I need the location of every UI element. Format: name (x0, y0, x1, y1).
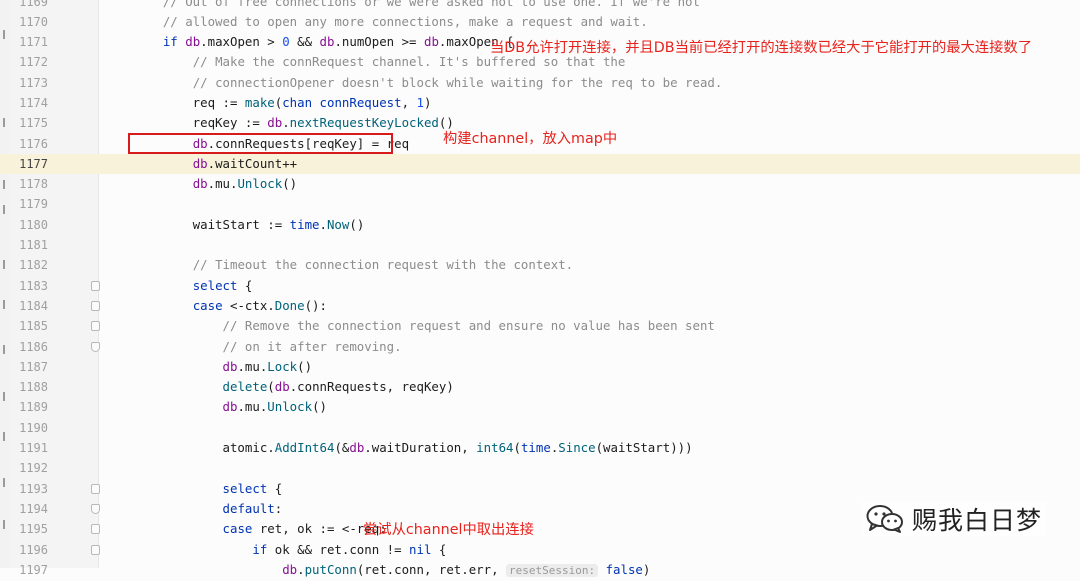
code-line[interactable]: 1178 db.mu.Unlock() (0, 174, 1080, 194)
code-line[interactable]: 1183 select { (0, 276, 1080, 296)
line-number[interactable]: 1178 (10, 174, 48, 194)
line-number[interactable]: 1173 (10, 73, 48, 93)
line-number[interactable]: 1184 (10, 296, 48, 316)
code-text[interactable]: db.putConn(ret.conn, ret.err, resetSessi… (133, 560, 650, 581)
watermark: 赐我白日梦 (862, 502, 1047, 536)
wechat-icon (866, 505, 903, 533)
code-text[interactable]: req := make(chan connRequest, 1) (133, 93, 432, 113)
line-number[interactable]: 1179 (10, 194, 48, 214)
code-line[interactable]: 1189 db.mu.Unlock() (0, 397, 1080, 417)
fold-marker-icon[interactable] (91, 544, 100, 555)
fold-marker-icon[interactable] (91, 503, 100, 514)
line-number[interactable]: 1180 (10, 215, 48, 235)
code-line[interactable]: 1179 (0, 194, 1080, 214)
code-text[interactable]: // Remove the connection request and ens… (133, 316, 715, 336)
code-text[interactable]: // Out of free connections or we were as… (133, 0, 700, 12)
line-number[interactable]: 1172 (10, 52, 48, 72)
code-line[interactable]: 1173 // connectionOpener doesn't block w… (0, 73, 1080, 93)
code-line[interactable]: 1181 (0, 235, 1080, 255)
code-text[interactable]: waitStart := time.Now() (133, 215, 365, 235)
line-number[interactable]: 1182 (10, 255, 48, 275)
line-number[interactable]: 1171 (10, 32, 48, 52)
fold-marker-icon[interactable] (91, 341, 100, 352)
fold-marker-icon[interactable] (91, 524, 100, 535)
watermark-text: 赐我白日梦 (912, 506, 1043, 535)
code-text[interactable]: db.waitCount++ (133, 154, 297, 174)
code-line[interactable]: 1174 req := make(chan connRequest, 1) (0, 93, 1080, 113)
line-number[interactable]: 1192 (10, 458, 48, 478)
annotation-take-from-channel: 尝试从channel中取出连接 (363, 522, 534, 538)
code-text[interactable]: select { (133, 479, 283, 499)
code-line[interactable]: 1169 // Out of free connections or we we… (0, 0, 1080, 12)
code-line[interactable]: 1187 db.mu.Lock() (0, 357, 1080, 377)
line-number[interactable]: 1169 (10, 0, 48, 12)
code-line[interactable]: 1186 // on it after removing. (0, 337, 1080, 357)
line-number[interactable]: 1193 (10, 479, 48, 499)
code-editor[interactable]: 1169 // Out of free connections or we we… (0, 0, 1080, 580)
line-number[interactable]: 1194 (10, 499, 48, 519)
line-number[interactable]: 1183 (10, 276, 48, 296)
code-text[interactable]: delete(db.connRequests, reqKey) (133, 377, 454, 397)
line-number[interactable]: 1195 (10, 519, 48, 539)
line-number[interactable]: 1176 (10, 134, 48, 154)
code-text[interactable]: db.mu.Unlock() (133, 174, 297, 194)
code-line[interactable]: 1193 select { (0, 479, 1080, 499)
code-line[interactable]: 1184 case <-ctx.Done(): (0, 296, 1080, 316)
line-number[interactable]: 1188 (10, 377, 48, 397)
code-text[interactable]: db.mu.Unlock() (133, 397, 327, 417)
code-text[interactable]: db.mu.Lock() (133, 357, 313, 377)
code-text[interactable]: // connectionOpener doesn't block while … (133, 73, 723, 93)
code-text[interactable]: case ret, ok := <-req: (133, 519, 387, 539)
line-number[interactable]: 1189 (10, 397, 48, 417)
code-text[interactable]: select { (133, 276, 253, 296)
code-text[interactable]: case <-ctx.Done(): (133, 296, 327, 316)
code-text[interactable]: reqKey := db.nextRequestKeyLocked() (133, 113, 454, 133)
fold-marker-icon[interactable] (91, 321, 100, 332)
line-number[interactable]: 1177 (10, 154, 48, 174)
code-text[interactable]: default: (133, 499, 283, 519)
line-number[interactable]: 1170 (10, 12, 48, 32)
code-text[interactable]: // allowed to open any more connections,… (133, 12, 648, 32)
line-number[interactable]: 1190 (10, 418, 48, 438)
code-line[interactable]: 1190 (0, 418, 1080, 438)
line-number[interactable]: 1174 (10, 93, 48, 113)
code-line[interactable]: 1192 (0, 458, 1080, 478)
fold-marker-icon[interactable] (91, 483, 100, 494)
code-text[interactable]: // on it after removing. (133, 337, 402, 357)
line-number[interactable]: 1181 (10, 235, 48, 255)
line-number[interactable]: 1175 (10, 113, 48, 133)
line-number[interactable]: 1185 (10, 316, 48, 336)
code-line[interactable]: 1185 // Remove the connection request an… (0, 316, 1080, 336)
code-text[interactable]: atomic.AddInt64(&db.waitDuration, int64(… (133, 438, 693, 458)
code-line[interactable]: 1180 waitStart := time.Now() (0, 215, 1080, 235)
code-text[interactable]: if ok && ret.conn != nil { (133, 540, 446, 560)
code-line[interactable]: 1188 delete(db.connRequests, reqKey) (0, 377, 1080, 397)
code-line[interactable]: 1197 db.putConn(ret.conn, ret.err, reset… (0, 560, 1080, 580)
code-line[interactable]: 1177 db.waitCount++ (0, 153, 1080, 175)
line-number[interactable]: 1196 (10, 540, 48, 560)
code-text[interactable]: if db.maxOpen > 0 && db.numOpen >= db.ma… (133, 32, 514, 52)
code-text[interactable]: // Timeout the connection request with t… (133, 255, 573, 275)
code-line[interactable]: 1196 if ok && ret.conn != nil { (0, 540, 1080, 560)
line-number[interactable]: 1186 (10, 337, 48, 357)
code-line[interactable]: 1170 // allowed to open any more connect… (0, 12, 1080, 32)
annotation-build-channel: 构建channel，放入map中 (443, 131, 618, 147)
code-line[interactable]: 1182 // Timeout the connection request w… (0, 255, 1080, 275)
fold-marker-icon[interactable] (91, 300, 100, 311)
annotation-maxopen: 当DB允许打开连接，并且DB当前已经打开的连接数已经大于它能打开的最大连接数了 (490, 40, 1033, 56)
line-number[interactable]: 1191 (10, 438, 48, 458)
line-number[interactable]: 1187 (10, 357, 48, 377)
fold-marker-icon[interactable] (91, 280, 100, 291)
line-number[interactable]: 1197 (10, 560, 48, 580)
highlight-box (128, 133, 393, 154)
code-line[interactable]: 1191 atomic.AddInt64(&db.waitDuration, i… (0, 438, 1080, 458)
